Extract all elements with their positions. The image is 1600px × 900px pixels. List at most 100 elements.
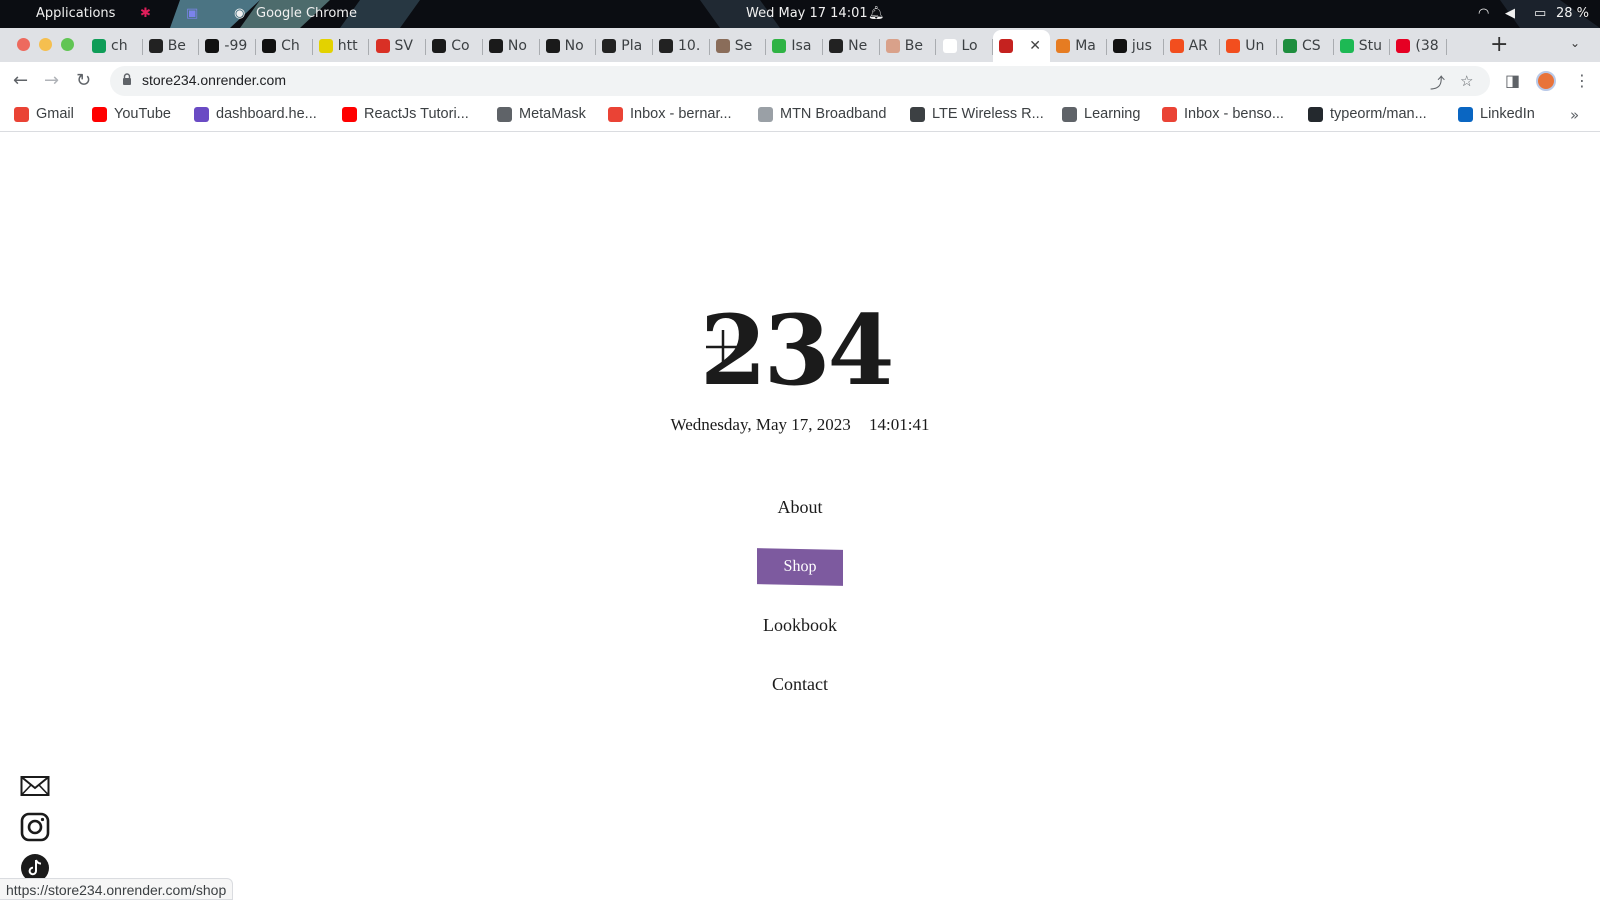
- nav-contact-link[interactable]: Contact: [0, 674, 1600, 695]
- bookmark-label: Learning: [1084, 106, 1141, 122]
- bookmark-label: ReactJs Tutori...: [364, 106, 469, 122]
- bookmark-label: MetaMask: [519, 106, 586, 122]
- bookmark-item[interactable]: Inbox - benso...: [1162, 106, 1284, 122]
- browser-tab[interactable]: Be: [880, 32, 937, 60]
- os-top-bar: Applications ✱ ▣ ◉ Google Chrome Wed May…: [0, 0, 1600, 28]
- bookmark-item[interactable]: dashboard.he...: [194, 106, 317, 122]
- instagram-icon[interactable]: [20, 812, 50, 842]
- bookmark-label: MTN Broadband: [780, 106, 887, 122]
- browser-tab[interactable]: ch: [86, 32, 143, 60]
- tab-title: jus: [1131, 38, 1152, 54]
- browser-tab[interactable]: No: [540, 32, 597, 60]
- browser-tab[interactable]: Isa: [766, 32, 824, 60]
- bookmark-label: Inbox - bernar...: [630, 106, 732, 122]
- tab-title: CS: [1302, 38, 1321, 54]
- new-tab-button[interactable]: +: [1490, 32, 1508, 57]
- browser-tab[interactable]: htt: [313, 32, 370, 60]
- chrome-icon: ◉: [234, 6, 246, 21]
- bookmark-item[interactable]: Gmail: [14, 106, 74, 122]
- bookmark-item[interactable]: ReactJs Tutori...: [342, 106, 469, 122]
- bookmark-item[interactable]: typeorm/man...: [1308, 106, 1427, 122]
- browser-tab[interactable]: Co: [426, 32, 483, 60]
- browser-tab[interactable]: Pla: [596, 32, 653, 60]
- tab-favicon-icon: [92, 39, 106, 53]
- browser-tab[interactable]: ✕: [993, 30, 1051, 62]
- slack-icon[interactable]: ✱: [140, 6, 151, 21]
- browser-tab[interactable]: Be: [143, 32, 200, 60]
- bookmark-favicon-icon: [1308, 106, 1323, 122]
- url-text[interactable]: store234.onrender.com: [142, 72, 286, 88]
- tab-favicon-icon: [1056, 39, 1071, 53]
- browser-tab[interactable]: AR: [1164, 32, 1221, 60]
- tab-title: Isa: [791, 38, 812, 54]
- tab-favicon-icon: [1339, 39, 1354, 53]
- nav-shop-link[interactable]: Shop: [757, 548, 843, 586]
- address-bar[interactable]: store234.onrender.com ⤴ ☆: [110, 66, 1490, 96]
- side-panel-icon[interactable]: ◨: [1505, 71, 1520, 90]
- tab-favicon-icon: [488, 39, 503, 53]
- tab-favicon-icon: [942, 39, 957, 53]
- bookmark-star-icon[interactable]: ☆: [1460, 72, 1473, 90]
- browser-tab[interactable]: Ma: [1050, 32, 1107, 60]
- tab-search-chevron-icon[interactable]: ⌄: [1570, 36, 1580, 50]
- browser-tab[interactable]: No: [483, 32, 540, 60]
- browser-tab[interactable]: Ch: [256, 32, 313, 60]
- active-app-name[interactable]: Google Chrome: [256, 6, 357, 21]
- lock-icon[interactable]: [122, 73, 132, 85]
- current-date: Wednesday, May 17, 2023: [670, 415, 851, 434]
- bookmark-item[interactable]: LTE Wireless R...: [910, 106, 1044, 122]
- battery-icon[interactable]: ▭: [1534, 6, 1546, 21]
- browser-tab[interactable]: jus: [1107, 32, 1164, 60]
- bookmark-item[interactable]: Learning: [1062, 106, 1140, 122]
- bookmark-favicon-icon: [1062, 106, 1077, 122]
- window-minimize-button[interactable]: [39, 38, 52, 51]
- bookmark-item[interactable]: LinkedIn: [1458, 106, 1535, 122]
- tab-favicon-icon: [205, 39, 220, 53]
- tab-close-icon[interactable]: ✕: [1029, 38, 1041, 54]
- browser-tab[interactable]: Ne: [823, 32, 880, 60]
- system-clock[interactable]: Wed May 17 14:01: [746, 6, 868, 21]
- nav-about-link[interactable]: About: [0, 497, 1600, 518]
- window-close-button[interactable]: [17, 38, 30, 51]
- browser-tab[interactable]: SV: [370, 32, 427, 60]
- browser-tab[interactable]: 10.: [653, 32, 710, 60]
- volume-icon[interactable]: ◀︎: [1505, 6, 1515, 21]
- bookmark-label: Gmail: [36, 106, 74, 122]
- wifi-icon[interactable]: ◠: [1478, 6, 1489, 21]
- bookmark-favicon-icon: [1162, 106, 1177, 122]
- more-menu-icon[interactable]: ⋮: [1574, 71, 1590, 90]
- browser-tab[interactable]: (38: [1390, 32, 1448, 60]
- back-arrow-icon[interactable]: ←: [13, 70, 28, 91]
- browser-tab[interactable]: Se: [710, 32, 767, 60]
- tab-title: AR: [1188, 38, 1208, 54]
- tab-separator: [1446, 39, 1448, 55]
- bookmark-item[interactable]: MetaMask: [497, 106, 586, 122]
- bookmark-item[interactable]: YouTube: [92, 106, 171, 122]
- tab-title: Co: [451, 38, 470, 54]
- email-icon[interactable]: [20, 771, 50, 801]
- teams-icon[interactable]: ▣: [186, 6, 198, 21]
- browser-tab[interactable]: -99: [199, 32, 257, 60]
- browser-tab[interactable]: Lo: [937, 32, 994, 60]
- logo-cross-mark: [706, 330, 740, 364]
- nav-lookbook-link[interactable]: Lookbook: [0, 615, 1600, 636]
- applications-menu[interactable]: Applications: [36, 6, 115, 21]
- share-icon[interactable]: ⤴: [1430, 72, 1445, 93]
- tab-favicon-icon: [772, 39, 787, 53]
- profile-avatar[interactable]: [1536, 71, 1556, 91]
- browser-tab[interactable]: CS: [1277, 32, 1334, 60]
- bookmark-item[interactable]: Inbox - bernar...: [608, 106, 732, 122]
- tab-title: Be: [904, 38, 924, 54]
- notification-bell-icon[interactable]: 🔔︎: [868, 6, 885, 21]
- bookmark-item[interactable]: MTN Broadband: [758, 106, 886, 122]
- browser-tab[interactable]: Un: [1220, 32, 1277, 60]
- forward-arrow-icon[interactable]: →: [44, 70, 59, 91]
- tab-favicon-icon: [1226, 39, 1241, 53]
- window-maximize-button[interactable]: [61, 38, 74, 51]
- bookmarks-overflow-icon[interactable]: »: [1570, 106, 1579, 124]
- browser-tab[interactable]: Stu: [1334, 32, 1391, 60]
- tab-title: Ne: [848, 38, 868, 54]
- reload-icon[interactable]: ↻: [76, 70, 91, 91]
- battery-percent: 28 %: [1556, 6, 1590, 21]
- tab-favicon-icon: [659, 39, 673, 53]
